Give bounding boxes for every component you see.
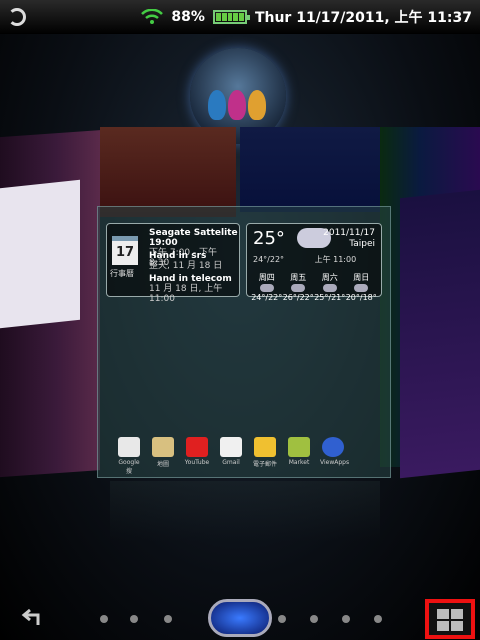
app-drawer-button[interactable] [208, 599, 272, 637]
home-3d-carousel[interactable]: 17 行事曆 Seagate Sattelite 19:00 下午 7:00 -… [0, 34, 480, 640]
battery-percent: 88% [171, 9, 205, 25]
status-bar: 88% Thur 11/17/2011, 上午 11:37 [0, 0, 480, 34]
calendar-month-screen[interactable] [0, 179, 80, 329]
weather-city: Taipei [349, 239, 375, 249]
forecast-day: 周四 24°/22° [251, 273, 283, 302]
weather-temp: 25° [253, 228, 285, 249]
app-google-search[interactable]: Google 搜 [116, 437, 142, 475]
calendar-event[interactable]: Hand in telecom 11 月 18 日, 上午 11:00 [149, 274, 239, 304]
app-shortcuts: Google 搜 地圖 YouTube Gmail 電子郵件 Market Vi… [116, 437, 349, 475]
app-youtube[interactable]: YouTube [184, 437, 210, 475]
wifi-icon [141, 9, 164, 24]
forecast-day: 周五 26°/22° [282, 273, 314, 302]
weather-updated: 上午 11:00 [314, 255, 357, 264]
cloud-icon [259, 284, 274, 292]
background-screen-clock[interactable] [100, 127, 236, 217]
page-indicator-dot[interactable] [100, 615, 108, 623]
home-screen-main[interactable]: 17 行事曆 Seagate Sattelite 19:00 下午 7:00 -… [97, 206, 391, 478]
weather-range: 24°/22° [253, 255, 285, 264]
page-indicator-dot[interactable] [310, 615, 318, 623]
calendar-label: 行事曆 [110, 269, 134, 278]
cloud-icon [354, 284, 369, 292]
page-indicator-dot[interactable] [342, 615, 350, 623]
app-viewapps[interactable]: ViewApps [320, 437, 349, 475]
weather-date: 2011/11/17 [323, 228, 375, 238]
app-gmail[interactable]: Gmail [218, 437, 244, 475]
cloud-icon [291, 284, 306, 292]
bottom-bar [0, 599, 480, 640]
page-indicator-dot[interactable] [374, 615, 382, 623]
background-screen-blank[interactable] [240, 127, 380, 212]
app-email[interactable]: 電子郵件 [252, 437, 278, 475]
battery-icon [212, 10, 250, 24]
forecast-day: 周日 20°/18° [345, 273, 377, 302]
side-screen-right-inner[interactable] [400, 189, 480, 479]
app-market[interactable]: Market [286, 437, 312, 475]
screen-reflection [110, 481, 380, 541]
app-maps[interactable]: 地圖 [150, 437, 176, 475]
calendar-widget[interactable]: 17 行事曆 Seagate Sattelite 19:00 下午 7:00 -… [106, 223, 240, 304]
calendar-day: 17 [112, 236, 138, 265]
weather-widget[interactable]: 25° 2011/11/17 Taipei 24°/22° 上午 11:00 周… [246, 223, 382, 302]
calendar-event[interactable]: Hand in srs 整天, 11 月 18 日 [149, 251, 222, 271]
status-datetime: Thur 11/17/2011, 上午 11:37 [254, 10, 472, 26]
page-indicator-dot[interactable] [130, 615, 138, 623]
page-indicator-dot[interactable] [164, 615, 172, 623]
forecast-day: 周六 25°/21° [314, 273, 346, 302]
cloud-icon [322, 284, 337, 292]
back-icon[interactable] [18, 605, 44, 631]
screen-overview-button[interactable] [425, 599, 475, 639]
sync-icon [8, 8, 26, 26]
page-indicator-dot[interactable] [278, 615, 286, 623]
